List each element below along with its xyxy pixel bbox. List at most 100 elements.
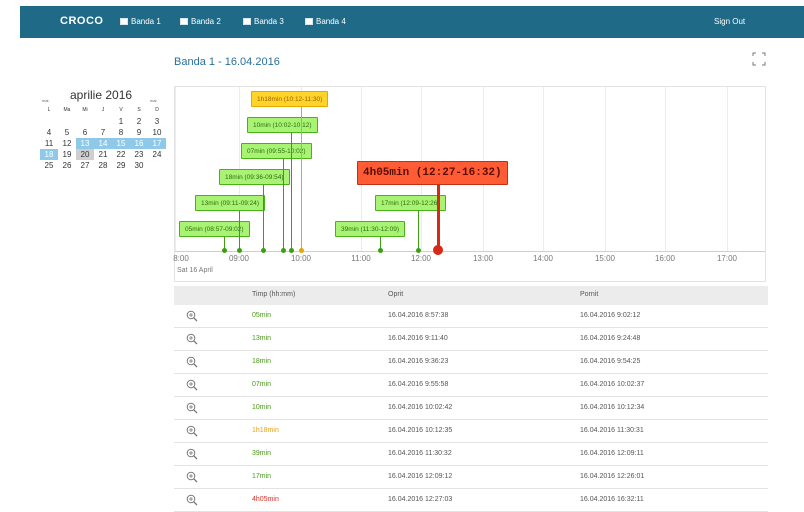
event-label[interactable]: 13min (09:11-09:24) bbox=[195, 195, 266, 211]
calendar-prev-button[interactable]: mai. bbox=[42, 98, 50, 103]
calendar-weekday: J bbox=[101, 107, 105, 113]
table-row: 1h18min 16.04.2016 10:12:35 16.04.2016 11:… bbox=[174, 420, 768, 443]
calendar-day[interactable]: 10 bbox=[148, 127, 166, 138]
nav-item-banda-2[interactable]: Banda 2 bbox=[180, 17, 221, 26]
cell-oprit: 16.04.2016 10:02:42 bbox=[388, 404, 453, 411]
event-marker[interactable] bbox=[299, 248, 304, 253]
calendar-day[interactable]: 1 bbox=[112, 116, 130, 127]
event-stem bbox=[418, 209, 419, 249]
calendar-weekday: D bbox=[155, 107, 159, 113]
calendar-day bbox=[58, 116, 76, 127]
nav-item-label: Banda 4 bbox=[316, 17, 346, 26]
cell-oprit: 16.04.2016 12:09:12 bbox=[388, 473, 453, 480]
calendar-day[interactable]: 14 bbox=[94, 138, 112, 149]
calendar-day[interactable]: 5 bbox=[58, 127, 76, 138]
calendar-weekday: V bbox=[119, 107, 123, 113]
cell-timp: 18min bbox=[252, 358, 272, 365]
calendar-day[interactable]: 2 bbox=[130, 116, 148, 127]
cell-oprit: 16.04.2016 9:11:40 bbox=[388, 335, 448, 342]
timeline-gridline bbox=[727, 87, 728, 251]
cell-timp: 05min bbox=[252, 312, 272, 319]
calendar-days-grid: 1 2 3 4 5 6 7 8 9 10 11 12 13 14 15 16 17 18 19 20 21 22 23 24 2… bbox=[40, 116, 166, 171]
cell-timp: 39min bbox=[252, 450, 272, 457]
zoom-in-icon[interactable] bbox=[186, 333, 198, 345]
calendar-day[interactable]: 27 bbox=[76, 160, 94, 171]
timeline-tick-label: 15:00 bbox=[594, 254, 616, 263]
zoom-in-icon[interactable] bbox=[186, 356, 198, 368]
fullscreen-icon[interactable] bbox=[752, 52, 766, 66]
calendar-day[interactable]: 12 bbox=[58, 138, 76, 149]
cell-timp: 1h18min bbox=[252, 427, 279, 434]
header-pornit[interactable]: Pornit bbox=[580, 291, 598, 298]
calendar-week-row: 11 12 13 14 15 16 17 bbox=[40, 138, 166, 149]
calendar-day[interactable]: 18 bbox=[40, 149, 58, 160]
nav-item-label: Banda 1 bbox=[131, 17, 161, 26]
calendar-day[interactable]: 4 bbox=[40, 127, 58, 138]
table-row: 39min 16.04.2016 11:30:32 16.04.2016 12:09… bbox=[174, 443, 768, 466]
calendar-day[interactable]: 6 bbox=[76, 127, 94, 138]
calendar-day[interactable]: 20 bbox=[76, 149, 94, 160]
calendar-day[interactable]: 16 bbox=[130, 138, 148, 149]
cell-oprit: 16.04.2016 9:55:58 bbox=[388, 381, 449, 388]
zoom-in-icon[interactable] bbox=[186, 448, 198, 460]
calendar-day[interactable]: 25 bbox=[40, 160, 58, 171]
event-label[interactable]: 1h18min (10:12-11:30) bbox=[251, 91, 329, 107]
brand-logo[interactable]: CROCO bbox=[60, 15, 103, 27]
event-marker[interactable] bbox=[289, 248, 294, 253]
event-marker[interactable] bbox=[378, 248, 383, 253]
event-stem bbox=[283, 157, 284, 249]
calendar-weekday-header: L Ma Mi J V S D bbox=[40, 107, 166, 113]
event-label[interactable]: 17min (12:09-12:26) bbox=[375, 195, 446, 211]
event-marker[interactable] bbox=[261, 248, 266, 253]
zoom-in-icon[interactable] bbox=[186, 494, 198, 506]
list-icon bbox=[180, 18, 188, 25]
calendar-day[interactable]: 17 bbox=[148, 138, 166, 149]
calendar-day[interactable]: 26 bbox=[58, 160, 76, 171]
calendar-day[interactable]: 11 bbox=[40, 138, 58, 149]
calendar-day[interactable]: 22 bbox=[112, 149, 130, 160]
calendar-day[interactable]: 24 bbox=[148, 149, 166, 160]
zoom-in-icon[interactable] bbox=[186, 425, 198, 437]
cell-pornit: 16.04.2016 10:02:37 bbox=[580, 381, 645, 388]
header-oprit[interactable]: Oprit bbox=[388, 291, 403, 298]
calendar-day[interactable]: 23 bbox=[130, 149, 148, 160]
timeline-date-label: Sat 16 April bbox=[177, 267, 213, 274]
calendar-day[interactable]: 13 bbox=[76, 138, 94, 149]
event-marker[interactable] bbox=[281, 248, 286, 253]
event-marker[interactable] bbox=[433, 245, 443, 255]
calendar-weekday: S bbox=[137, 107, 141, 113]
list-icon bbox=[243, 18, 251, 25]
event-label[interactable]: 39min (11:30-12:09) bbox=[335, 221, 406, 237]
calendar-day[interactable]: 15 bbox=[112, 138, 130, 149]
zoom-in-icon[interactable] bbox=[186, 310, 198, 322]
calendar-weekday: Mi bbox=[82, 107, 88, 113]
cell-oprit: 16.04.2016 12:27:03 bbox=[388, 496, 453, 503]
calendar-day[interactable]: 29 bbox=[112, 160, 130, 171]
event-label[interactable]: 18min (09:36-09:54) bbox=[219, 169, 290, 185]
table-header: Timp (hh:mm) Oprit Pornit bbox=[174, 286, 768, 305]
event-marker[interactable] bbox=[416, 248, 421, 253]
zoom-in-icon[interactable] bbox=[186, 402, 198, 414]
event-marker[interactable] bbox=[237, 248, 242, 253]
event-label[interactable]: 10min (10:02-10:12) bbox=[247, 117, 318, 133]
calendar-day[interactable]: 9 bbox=[130, 127, 148, 138]
calendar-day[interactable]: 3 bbox=[148, 116, 166, 127]
nav-item-banda-1[interactable]: Banda 1 bbox=[120, 17, 161, 26]
event-label[interactable]: 4h05min (12:27-16:32) bbox=[357, 161, 508, 185]
calendar-next-button[interactable]: mai. bbox=[150, 98, 158, 103]
calendar-day[interactable]: 21 bbox=[94, 149, 112, 160]
nav-item-banda-3[interactable]: Banda 3 bbox=[243, 17, 284, 26]
zoom-in-icon[interactable] bbox=[186, 379, 198, 391]
event-marker[interactable] bbox=[222, 248, 227, 253]
calendar-day[interactable]: 28 bbox=[94, 160, 112, 171]
calendar-day[interactable]: 19 bbox=[58, 149, 76, 160]
calendar-day[interactable]: 30 bbox=[130, 160, 148, 171]
calendar-day[interactable]: 8 bbox=[112, 127, 130, 138]
zoom-in-icon[interactable] bbox=[186, 471, 198, 483]
nav-item-banda-4[interactable]: Banda 4 bbox=[305, 17, 346, 26]
sign-out-link[interactable]: Sign Out bbox=[714, 17, 745, 26]
header-timp[interactable]: Timp (hh:mm) bbox=[252, 291, 295, 298]
timeline-tick-label: 14:00 bbox=[532, 254, 554, 263]
calendar-day[interactable]: 7 bbox=[94, 127, 112, 138]
cell-oprit: 16.04.2016 11:30:32 bbox=[388, 450, 452, 457]
